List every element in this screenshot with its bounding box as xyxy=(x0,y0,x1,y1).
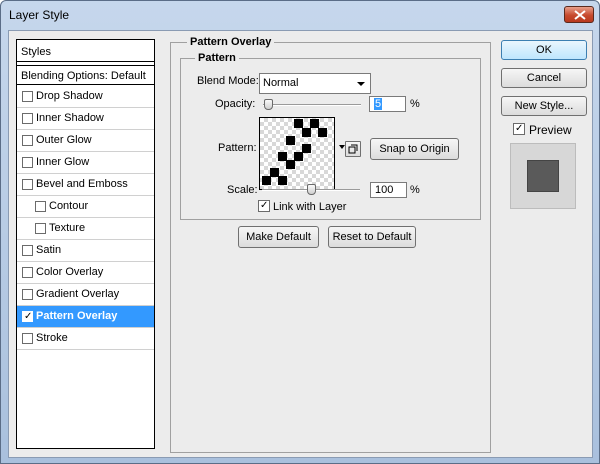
style-item-contour[interactable]: Contour xyxy=(17,196,154,218)
pattern-swatch[interactable] xyxy=(259,117,335,190)
pattern-square xyxy=(278,176,287,185)
style-item-label: Drop Shadow xyxy=(36,90,103,102)
pattern-square xyxy=(286,136,295,145)
reset-to-default-label: Reset to Default xyxy=(332,231,412,243)
cancel-button[interactable]: Cancel xyxy=(501,68,587,88)
link-with-layer-checkbox[interactable]: ✓ xyxy=(258,200,270,212)
scale-slider-thumb[interactable] xyxy=(307,184,316,195)
new-style-button[interactable]: New Style... xyxy=(501,96,587,116)
style-checkbox[interactable] xyxy=(22,245,33,256)
pattern-square xyxy=(302,144,311,153)
dialog-client: Styles Blending Options: Default Drop Sh… xyxy=(8,30,593,458)
style-checkbox[interactable] xyxy=(22,179,33,190)
reset-to-default-button[interactable]: Reset to Default xyxy=(328,226,416,248)
style-checkbox[interactable] xyxy=(35,223,46,234)
cancel-label: Cancel xyxy=(526,72,562,84)
window-title: Layer Style xyxy=(9,8,70,22)
style-item-color-overlay[interactable]: Color Overlay xyxy=(17,262,154,284)
style-checkbox[interactable] xyxy=(22,333,33,344)
style-checkbox[interactable] xyxy=(22,267,33,278)
pattern-subgroup-title: Pattern xyxy=(195,52,239,64)
snap-to-origin-label: Snap to Origin xyxy=(379,143,450,155)
opacity-value: 5 xyxy=(374,98,383,110)
scale-input[interactable]: 100 xyxy=(370,182,407,198)
ok-button[interactable]: OK xyxy=(501,40,587,60)
style-checkbox[interactable] xyxy=(22,157,33,168)
pattern-square xyxy=(294,119,303,128)
preview-swatch xyxy=(527,160,559,192)
style-item-gradient-overlay[interactable]: Gradient Overlay xyxy=(17,284,154,306)
opacity-slider-thumb[interactable] xyxy=(264,99,273,110)
pattern-square xyxy=(310,119,319,128)
styles-header-label: Styles xyxy=(21,46,51,58)
style-item-label: Texture xyxy=(49,222,86,234)
style-checkbox[interactable] xyxy=(22,289,33,300)
style-item-texture[interactable]: Texture xyxy=(17,218,154,240)
blending-options-label: Blending Options: Default xyxy=(21,70,146,82)
style-item-bevel-and-emboss[interactable]: Bevel and Emboss xyxy=(17,174,154,196)
checkmark-icon: ✓ xyxy=(260,200,269,211)
title-bar[interactable]: Layer Style xyxy=(1,1,599,31)
scale-label: Scale: xyxy=(227,184,258,196)
style-item-label: Bevel and Emboss xyxy=(36,178,128,190)
style-item-label: Gradient Overlay xyxy=(36,288,120,300)
style-item-stroke[interactable]: Stroke xyxy=(17,328,154,350)
style-checkbox[interactable] xyxy=(22,113,33,124)
preview-label: Preview xyxy=(529,123,572,137)
style-item-drop-shadow[interactable]: Drop Shadow xyxy=(17,86,154,108)
opacity-unit: % xyxy=(410,98,420,110)
style-item-inner-glow[interactable]: Inner Glow xyxy=(17,152,154,174)
style-item-label: Satin xyxy=(36,244,62,256)
blend-mode-value: Normal xyxy=(263,77,299,89)
pattern-square xyxy=(302,128,311,137)
style-checkbox[interactable] xyxy=(35,201,46,212)
pattern-square xyxy=(294,152,303,161)
link-with-layer-label: Link with Layer xyxy=(273,201,347,213)
make-default-label: Make Default xyxy=(246,231,311,243)
checkmark-icon: ✓ xyxy=(515,123,524,134)
blend-mode-label: Blend Mode: xyxy=(197,75,259,87)
preview-checkbox[interactable]: ✓ xyxy=(513,123,525,135)
style-item-label: Color Overlay xyxy=(36,266,104,278)
style-checkbox[interactable] xyxy=(22,135,33,146)
snap-to-origin-button[interactable]: Snap to Origin xyxy=(370,138,459,160)
ok-label: OK xyxy=(536,44,552,56)
style-item-label: Pattern Overlay xyxy=(36,310,118,322)
pattern-overlay-title: Pattern Overlay xyxy=(187,36,275,48)
blending-options-item[interactable]: Blending Options: Default xyxy=(17,65,154,85)
style-item-label: Inner Shadow xyxy=(36,112,104,124)
style-item-label: Inner Glow xyxy=(36,156,90,168)
close-button[interactable] xyxy=(564,6,594,23)
layer-style-window: Layer Style Styles Blending Options: Def… xyxy=(0,0,600,464)
styles-header[interactable]: Styles xyxy=(17,40,154,62)
scale-unit: % xyxy=(410,184,420,196)
new-preset-button[interactable] xyxy=(345,141,361,157)
style-item-inner-shadow[interactable]: Inner Shadow xyxy=(17,108,154,130)
style-item-label: Contour xyxy=(49,200,89,212)
style-checkbox[interactable] xyxy=(22,91,33,102)
checkmark-icon: ✓ xyxy=(24,311,33,322)
opacity-slider-track[interactable] xyxy=(263,104,361,106)
style-item-satin[interactable]: Satin xyxy=(17,240,154,262)
pattern-label: Pattern: xyxy=(218,142,257,154)
new-preset-icon xyxy=(348,144,358,154)
make-default-button[interactable]: Make Default xyxy=(238,226,319,248)
opacity-label: Opacity: xyxy=(215,98,256,110)
close-icon xyxy=(574,10,586,20)
chevron-down-icon xyxy=(357,82,365,86)
style-item-label: Stroke xyxy=(36,332,68,344)
style-item-label: Outer Glow xyxy=(36,134,92,146)
opacity-input[interactable]: 5 xyxy=(369,96,406,112)
new-style-label: New Style... xyxy=(514,100,574,112)
pattern-square xyxy=(262,176,271,185)
scale-value: 100 xyxy=(375,184,394,196)
pattern-square xyxy=(318,128,327,137)
style-item-pattern-overlay[interactable]: ✓ Pattern Overlay xyxy=(17,306,154,328)
pattern-square xyxy=(286,160,295,169)
styles-list: Styles Blending Options: Default Drop Sh… xyxy=(16,39,155,449)
blend-mode-dropdown[interactable]: Normal xyxy=(259,73,371,94)
style-item-outer-glow[interactable]: Outer Glow xyxy=(17,130,154,152)
preview-thumbnail xyxy=(510,143,576,209)
style-checkbox[interactable]: ✓ xyxy=(22,311,33,322)
